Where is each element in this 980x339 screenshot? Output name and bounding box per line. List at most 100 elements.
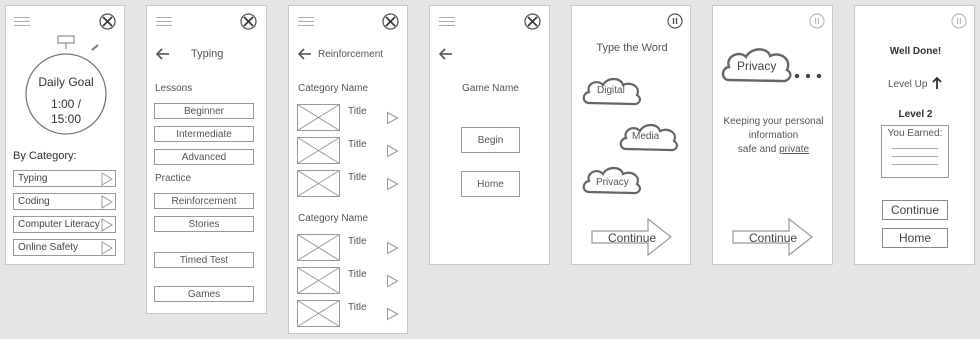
image-placeholder [297,104,340,131]
back-arrow-icon[interactable] [297,48,312,60]
by-category-label: By Category: [13,150,77,162]
ellipsis-text: ... [713,6,714,7]
menu-icon[interactable] [14,17,30,26]
play-icon[interactable] [387,177,399,191]
list-item[interactable]: Title [297,170,401,199]
category-name-label: Category Name [298,83,369,94]
practice-reinforcement-button[interactable]: Reinforcement [154,193,254,209]
image-placeholder [297,267,340,294]
close-icon[interactable] [524,13,541,30]
placeholder-line [892,156,938,157]
play-icon[interactable] [387,307,399,321]
category-computer-literacy[interactable]: Computer Literacy [13,216,116,233]
pause-icon[interactable] [951,13,967,29]
play-icon [101,172,113,186]
play-icon[interactable] [387,241,399,255]
play-icon [101,195,113,209]
pause-icon[interactable] [809,13,825,29]
screen-game-intro: Game Name Begin Home [429,5,550,265]
list-item[interactable]: Title [297,137,401,166]
practice-label: Practice [155,173,192,184]
description-line-2: information [748,130,799,141]
you-earned-label: You Earned: [887,128,943,139]
description-line-3: safe and private [713,144,834,155]
lesson-advanced-button[interactable]: Advanced [154,149,254,165]
menu-icon[interactable] [156,17,172,26]
placeholder-line [892,164,938,165]
back-arrow-icon[interactable] [438,48,453,60]
play-icon [101,241,113,255]
home-button[interactable]: Home [461,171,520,197]
word-privacy: Privacy [596,177,629,188]
menu-icon[interactable] [439,17,455,26]
practice-stories-button[interactable]: Stories [154,216,254,232]
play-icon[interactable] [387,144,399,158]
play-icon[interactable] [387,274,399,288]
category-coding[interactable]: Coding [13,193,116,210]
home-button[interactable]: Home [882,228,948,248]
screen-typing: Typing Lessons Beginner Intermediate Adv… [146,5,267,314]
timed-test-button[interactable]: Timed Test [154,252,254,268]
close-icon[interactable] [382,13,399,30]
level-up-label: Level Up [888,79,928,90]
page-title: Typing [191,48,224,60]
close-icon[interactable] [240,13,257,30]
screen-daily-goal: Daily Goal 1:00 / 15:00 By Category: Typ… [5,5,125,265]
heading: Type the Word [596,42,668,54]
image-placeholder [297,300,340,327]
timer-total: 15:00 [50,112,82,126]
well-done-heading: Well Done! [889,46,942,57]
item-title: Title [348,172,367,183]
menu-icon[interactable] [298,17,314,26]
lessons-label: Lessons [155,83,193,94]
arrow-up-icon [932,76,942,89]
list-item[interactable]: Title [297,267,401,296]
play-icon[interactable] [387,111,399,125]
timer-value: 1:00 / [50,97,82,111]
games-button[interactable]: Games [154,286,254,302]
continue-button[interactable]: Continue [608,231,656,245]
item-title: Title [348,236,367,247]
play-icon [101,218,113,232]
category-label: Online Safety [18,242,79,253]
list-item[interactable]: Title [297,104,401,133]
back-arrow-icon[interactable] [155,48,170,60]
category-online-safety[interactable]: Online Safety [13,239,116,256]
description-plain: safe and [737,144,777,155]
cloud-word: Privacy [737,59,777,73]
continue-button[interactable]: Continue [749,231,797,245]
word-digital: Digital [597,85,625,96]
lesson-beginner-button[interactable]: Beginner [154,103,254,119]
item-title: Title [348,269,367,280]
begin-button[interactable]: Begin [461,127,520,153]
image-placeholder [297,234,340,261]
list-item[interactable]: Title [297,300,401,329]
close-icon[interactable] [99,13,116,30]
continue-button[interactable]: Continue [882,200,948,220]
earned-panel: You Earned: [881,125,949,178]
image-placeholder [297,137,340,164]
placeholder-line [892,148,938,149]
item-title: Title [348,106,367,117]
description-link[interactable]: private [779,144,809,155]
image-placeholder [297,170,340,197]
list-item[interactable]: Title [297,234,401,263]
category-label: Coding [18,196,50,207]
screen-reinforcement: Reinforcement Category Name Category Nam… [288,5,408,334]
category-label: Computer Literacy [18,219,100,230]
category-label: Typing [18,173,48,184]
category-typing[interactable]: Typing [13,170,116,187]
pause-icon[interactable] [667,13,683,29]
category-name-label: Category Name [298,213,369,224]
page-title: Reinforcement [318,49,384,60]
item-title: Title [348,139,367,150]
game-name: Game Name [462,83,519,94]
level-label: Level 2 [898,109,933,120]
screen-type-the-word: Type the Word Digital Media Privacy Cont… [571,5,691,265]
lesson-intermediate-button[interactable]: Intermediate [154,126,254,142]
screen-well-done: Well Done! Level Up Level 2 You Earned: … [854,5,975,265]
description-line-1: Keeping your personal [723,116,824,127]
ellipsis-dots [794,73,822,79]
word-media: Media [632,131,660,142]
item-title: Title [348,302,367,313]
